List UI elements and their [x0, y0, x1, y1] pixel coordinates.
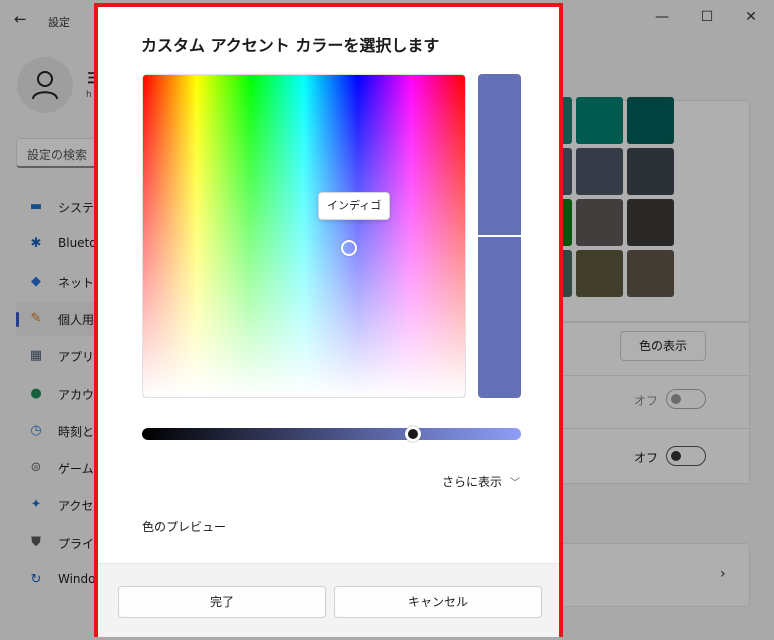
color-preview-label: 色のプレビュー	[142, 520, 227, 534]
color-preview-bar	[478, 74, 521, 398]
slider-thumb[interactable]	[405, 426, 422, 442]
brightness-slider[interactable]	[142, 426, 521, 442]
color-picker-ring[interactable]	[341, 240, 357, 256]
cancel-button[interactable]: キャンセル	[334, 586, 542, 618]
dialog-footer: 完了 キャンセル	[98, 563, 559, 637]
more-options-toggle[interactable]: さらに表示 ﹀	[442, 473, 520, 490]
chevron-down-icon: ﹀	[510, 478, 521, 489]
custom-color-dialog: カスタム アクセント カラーを選択します インディゴ さらに表示 ﹀ 色のプレビュ…	[94, 3, 563, 637]
color-spectrum[interactable]	[142, 74, 466, 398]
done-button[interactable]: 完了	[118, 586, 326, 618]
dialog-title: カスタム アクセント カラーを選択します	[141, 36, 440, 55]
color-name-tooltip: インディゴ	[318, 192, 391, 220]
more-label: さらに表示	[442, 475, 503, 489]
dialog-content: カスタム アクセント カラーを選択します インディゴ さらに表示 ﹀ 色のプレビュ…	[98, 7, 559, 563]
